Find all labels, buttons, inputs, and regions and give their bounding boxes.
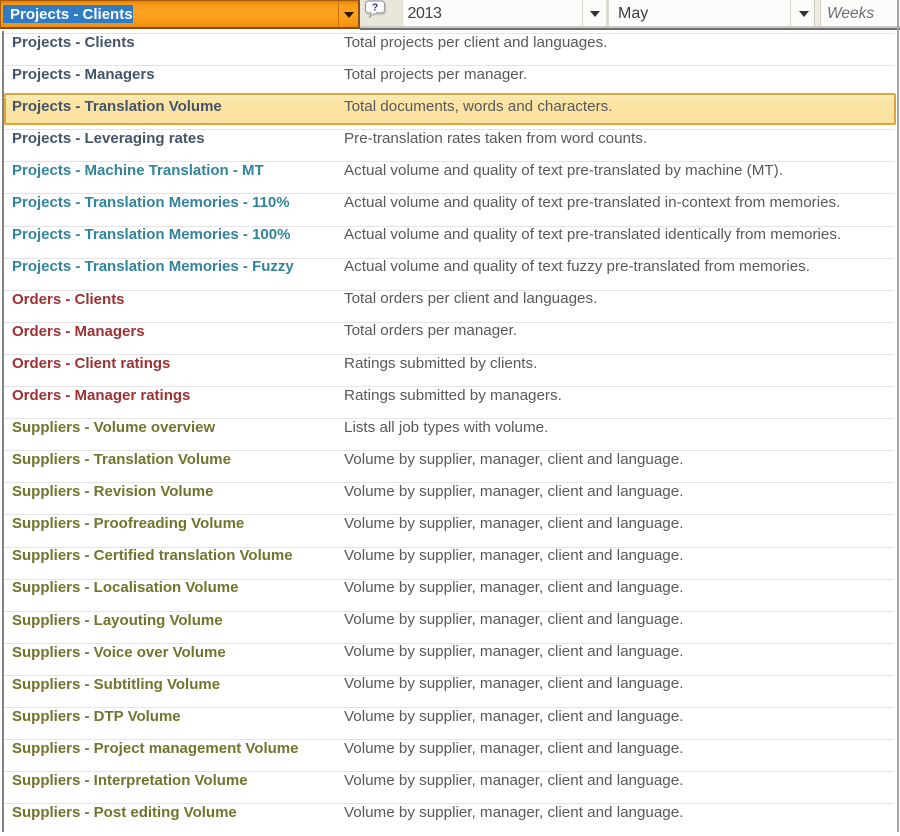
svg-text:?: ? [372,3,378,14]
